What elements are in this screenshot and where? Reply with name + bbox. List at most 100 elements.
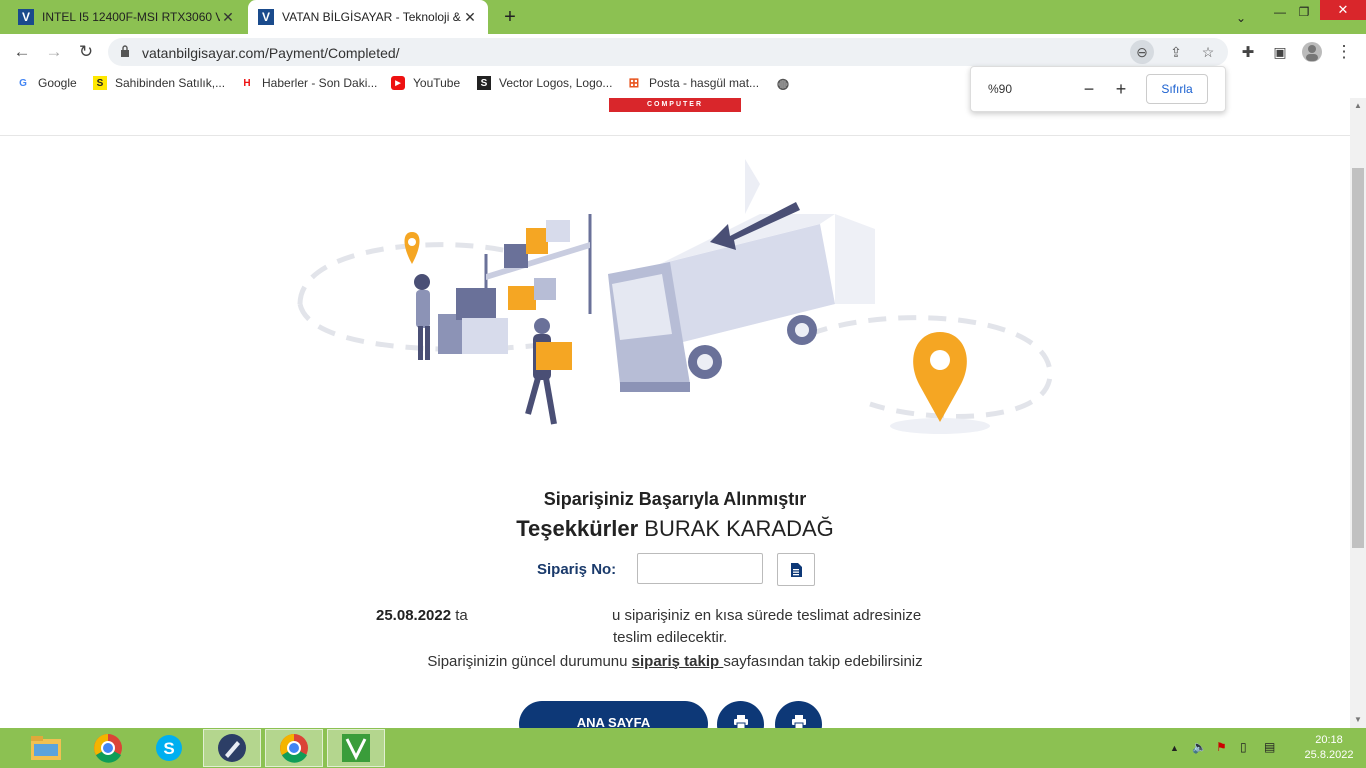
chrome-active-taskbar-icon[interactable] <box>265 729 323 767</box>
system-clock[interactable]: 20:18 25.8.2022 <box>1296 733 1362 763</box>
flag-icon[interactable]: ⚑ <box>1216 740 1227 754</box>
bookmark-vector-logos[interactable]: S Vector Logos, Logo... <box>477 76 612 90</box>
tab-search-chevron-icon[interactable]: ⌄ <box>1230 6 1252 30</box>
bookmark-label: Google <box>38 76 77 90</box>
document-icon <box>791 562 802 577</box>
bookmark-globe[interactable]: ◍ <box>776 74 798 91</box>
small-location-pin-icon <box>404 232 420 264</box>
page-scrollbar[interactable]: ▲ ▼ <box>1350 98 1366 728</box>
close-tab-icon[interactable]: ✕ <box>462 9 478 26</box>
customer-name: BURAK KARADAĞ <box>644 516 834 541</box>
tracking-text-after: sayfasından takip edebilirsiniz <box>723 653 923 670</box>
copy-order-button[interactable] <box>777 553 815 586</box>
message-fragment: ta <box>455 607 468 624</box>
order-message-line1: 25.08.2022 ta u siparişiniz en kısa süre… <box>376 607 921 624</box>
volume-icon[interactable]: 🔈 <box>1192 740 1207 754</box>
success-title: Siparişiniz Başarıyla Alınmıştır <box>543 489 807 509</box>
delivery-truck <box>608 159 875 392</box>
lock-icon <box>121 45 129 57</box>
scrollbar-thumb[interactable] <box>1352 168 1364 548</box>
scroll-down-arrow-icon[interactable]: ▼ <box>1350 712 1366 728</box>
bookmark-youtube[interactable]: ▶ YouTube <box>391 76 460 90</box>
menu-icon[interactable]: ⋮ <box>1332 40 1356 64</box>
box-stack <box>438 288 508 354</box>
vector-logos-icon: S <box>477 76 491 90</box>
zoom-icon[interactable]: ⊖ <box>1130 40 1154 64</box>
corel-app-icon[interactable] <box>327 729 385 767</box>
pen-app-icon[interactable] <box>203 729 261 767</box>
file-explorer-icon[interactable] <box>17 729 75 767</box>
warehouse-shelf <box>484 214 592 334</box>
order-tracking-link[interactable]: sipariş takip <box>632 653 724 670</box>
haberler-icon: H <box>243 77 251 89</box>
avatar-icon <box>1302 42 1322 62</box>
google-icon: G <box>19 77 27 89</box>
delivery-illustration <box>297 159 1053 434</box>
vatan-logo[interactable]: COMPUTER <box>609 98 741 112</box>
forward-button[interactable]: → <box>42 40 66 64</box>
new-tab-button[interactable]: + <box>498 6 522 29</box>
show-hidden-icons-chevron-icon[interactable]: ▲ <box>1170 743 1179 753</box>
extensions-icon[interactable]: ✚ <box>1236 40 1260 64</box>
order-no-field[interactable] <box>637 553 763 584</box>
svg-text:S: S <box>163 739 174 758</box>
bookmark-label: Vector Logos, Logo... <box>499 76 613 90</box>
order-date: 25.08.2022 <box>376 607 452 624</box>
message-text: u siparişiniz en kısa sürede teslimat ad… <box>611 607 922 624</box>
print-icon <box>791 715 806 728</box>
zoom-in-button[interactable]: + <box>1109 77 1133 101</box>
redacted-area <box>467 609 608 624</box>
vatan-favicon-icon: V <box>18 9 34 25</box>
screen: V INTEL I5 12400F-MSI RTX3060 VE ✕ V VAT… <box>0 0 1366 768</box>
zoom-reset-button[interactable]: Sıfırla <box>1146 74 1208 104</box>
sahibinden-icon: S <box>93 76 107 90</box>
chrome-taskbar-icon[interactable] <box>79 729 137 767</box>
address-bar[interactable]: vatanbilgisayar.com/Payment/Completed/ ⊖… <box>108 38 1228 66</box>
close-tab-icon[interactable]: ✕ <box>220 9 236 26</box>
thanks-label: Teşekkürler <box>516 516 639 541</box>
tab-intel-product[interactable]: V INTEL I5 12400F-MSI RTX3060 VE ✕ <box>8 0 246 34</box>
bookmark-sahibinden[interactable]: S Sahibinden Satılık,... <box>93 76 225 90</box>
large-location-pin-icon <box>890 332 990 434</box>
scroll-up-arrow-icon[interactable]: ▲ <box>1350 98 1366 114</box>
side-panel-icon[interactable]: ▣ <box>1268 40 1292 64</box>
back-button[interactable]: ← <box>10 40 34 64</box>
vatan-favicon-icon: V <box>258 9 274 25</box>
tab-title: INTEL I5 12400F-MSI RTX3060 VE <box>42 10 220 24</box>
skype-icon[interactable]: S <box>140 729 198 767</box>
youtube-icon: ▶ <box>391 76 405 90</box>
microsoft-icon: ⊞ <box>628 75 640 90</box>
profile-avatar[interactable] <box>1300 40 1324 64</box>
order-tracking-text: Siparişinizin güncel durumunu sipariş ta… <box>0 653 1350 670</box>
tracking-text-before: Siparişinizin güncel durumunu <box>427 653 632 670</box>
reload-button[interactable]: ↻ <box>74 40 98 64</box>
order-no-label: Sipariş No: <box>537 561 617 578</box>
order-message-line2: teslim edilecektir. <box>613 629 728 646</box>
navigation-bar: ← → ↻ vatanbilgisayar.com/Payment/Comple… <box>0 34 1366 70</box>
bookmark-label: Posta - hasgül mat... <box>649 76 760 90</box>
minimize-button[interactable]: — <box>1268 0 1292 24</box>
battery-icon[interactable]: ▯ <box>1240 740 1247 754</box>
bookmark-star-icon[interactable]: ☆ <box>1196 40 1220 64</box>
clock-time: 20:18 <box>1315 734 1343 746</box>
bookmark-google[interactable]: G Google <box>16 76 77 90</box>
home-page-button[interactable]: ANA SAYFA <box>519 701 708 728</box>
bookmark-label: Haberler - Son Daki... <box>262 76 378 90</box>
close-window-button[interactable]: ✕ <box>1320 0 1366 20</box>
thanks-line: Teşekkürler BURAK KARADAĞ <box>0 516 1350 542</box>
print-icon <box>733 715 748 728</box>
zoom-out-button[interactable]: − <box>1077 77 1101 101</box>
maximize-button[interactable]: ❐ <box>1292 0 1316 24</box>
bookmark-haberler[interactable]: H Haberler - Son Daki... <box>240 76 377 90</box>
print-invoice-button[interactable] <box>717 701 764 728</box>
share-icon[interactable]: ⇪ <box>1164 40 1188 64</box>
tab-vatan-home[interactable]: V VATAN BİLGİSAYAR - Teknoloji & ✕ <box>248 0 488 34</box>
zoom-level: %90 <box>988 82 1013 96</box>
bookmark-posta[interactable]: ⊞ Posta - hasgül mat... <box>627 75 760 90</box>
worker-carrying-box <box>525 318 572 425</box>
bookmark-label: YouTube <box>413 76 461 90</box>
bookmark-label: Sahibinden Satılık,... <box>115 76 226 90</box>
network-icon[interactable]: ▤ <box>1264 740 1275 754</box>
globe-icon: ◍ <box>776 74 790 91</box>
print-order-button[interactable] <box>775 701 822 728</box>
